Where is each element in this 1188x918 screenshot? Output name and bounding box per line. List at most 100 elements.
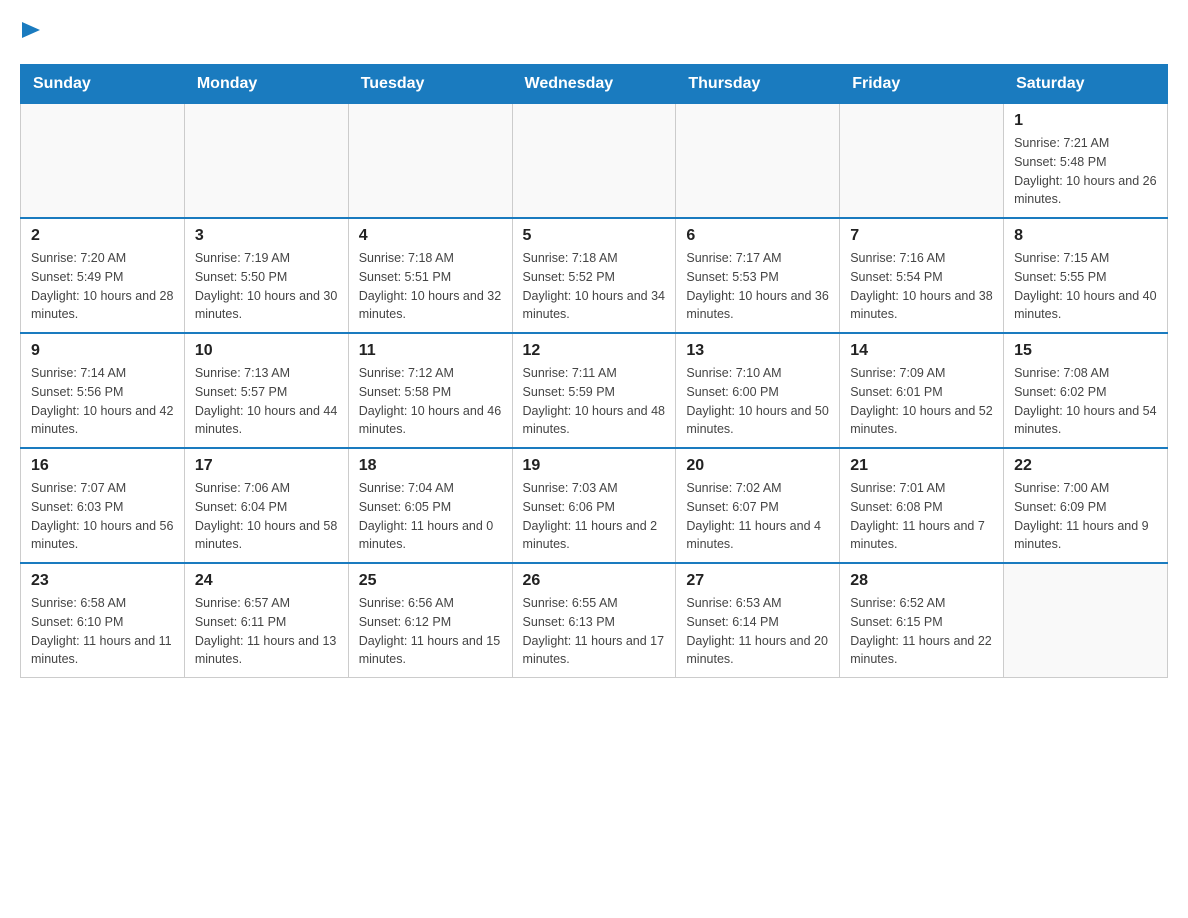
calendar-week-row: 2 Sunrise: 7:20 AM Sunset: 5:49 PM Daylig… (21, 218, 1168, 333)
day-info: Sunrise: 7:09 AM Sunset: 6:01 PM Dayligh… (850, 364, 993, 439)
day-info: Sunrise: 7:15 AM Sunset: 5:55 PM Dayligh… (1014, 249, 1157, 324)
day-info: Sunrise: 7:06 AM Sunset: 6:04 PM Dayligh… (195, 479, 338, 554)
day-info: Sunrise: 6:57 AM Sunset: 6:11 PM Dayligh… (195, 594, 338, 669)
day-info: Sunrise: 7:16 AM Sunset: 5:54 PM Dayligh… (850, 249, 993, 324)
calendar-cell (676, 104, 840, 219)
logo-flag-icon (22, 22, 40, 44)
calendar-cell: 8 Sunrise: 7:15 AM Sunset: 5:55 PM Daylig… (1004, 218, 1168, 333)
day-info: Sunrise: 7:17 AM Sunset: 5:53 PM Dayligh… (686, 249, 829, 324)
day-number: 24 (195, 572, 338, 590)
calendar-cell: 7 Sunrise: 7:16 AM Sunset: 5:54 PM Daylig… (840, 218, 1004, 333)
day-info: Sunrise: 7:14 AM Sunset: 5:56 PM Dayligh… (31, 364, 174, 439)
day-info: Sunrise: 6:58 AM Sunset: 6:10 PM Dayligh… (31, 594, 174, 669)
calendar-cell: 19 Sunrise: 7:03 AM Sunset: 6:06 PM Dayli… (512, 448, 676, 563)
calendar-cell: 22 Sunrise: 7:00 AM Sunset: 6:09 PM Dayli… (1004, 448, 1168, 563)
calendar-cell (348, 104, 512, 219)
calendar-cell: 9 Sunrise: 7:14 AM Sunset: 5:56 PM Daylig… (21, 333, 185, 448)
calendar-header-wednesday: Wednesday (512, 65, 676, 104)
day-info: Sunrise: 7:11 AM Sunset: 5:59 PM Dayligh… (523, 364, 666, 439)
day-number: 6 (686, 227, 829, 245)
day-info: Sunrise: 7:12 AM Sunset: 5:58 PM Dayligh… (359, 364, 502, 439)
logo (20, 20, 40, 44)
day-number: 4 (359, 227, 502, 245)
calendar-cell: 21 Sunrise: 7:01 AM Sunset: 6:08 PM Dayli… (840, 448, 1004, 563)
day-number: 23 (31, 572, 174, 590)
day-info: Sunrise: 7:08 AM Sunset: 6:02 PM Dayligh… (1014, 364, 1157, 439)
day-info: Sunrise: 7:13 AM Sunset: 5:57 PM Dayligh… (195, 364, 338, 439)
calendar-cell: 27 Sunrise: 6:53 AM Sunset: 6:14 PM Dayli… (676, 563, 840, 678)
day-info: Sunrise: 7:04 AM Sunset: 6:05 PM Dayligh… (359, 479, 502, 554)
calendar-cell (840, 104, 1004, 219)
day-number: 7 (850, 227, 993, 245)
calendar-cell (184, 104, 348, 219)
day-info: Sunrise: 7:00 AM Sunset: 6:09 PM Dayligh… (1014, 479, 1157, 554)
day-number: 20 (686, 457, 829, 475)
calendar-cell: 20 Sunrise: 7:02 AM Sunset: 6:07 PM Dayli… (676, 448, 840, 563)
day-number: 16 (31, 457, 174, 475)
calendar-header-saturday: Saturday (1004, 65, 1168, 104)
calendar-header-monday: Monday (184, 65, 348, 104)
calendar-header-sunday: Sunday (21, 65, 185, 104)
day-info: Sunrise: 7:03 AM Sunset: 6:06 PM Dayligh… (523, 479, 666, 554)
page-header (20, 20, 1168, 44)
day-info: Sunrise: 7:21 AM Sunset: 5:48 PM Dayligh… (1014, 134, 1157, 209)
calendar-cell: 6 Sunrise: 7:17 AM Sunset: 5:53 PM Daylig… (676, 218, 840, 333)
calendar-cell: 15 Sunrise: 7:08 AM Sunset: 6:02 PM Dayli… (1004, 333, 1168, 448)
day-info: Sunrise: 7:01 AM Sunset: 6:08 PM Dayligh… (850, 479, 993, 554)
calendar-week-row: 9 Sunrise: 7:14 AM Sunset: 5:56 PM Daylig… (21, 333, 1168, 448)
calendar-cell: 11 Sunrise: 7:12 AM Sunset: 5:58 PM Dayli… (348, 333, 512, 448)
calendar-cell (1004, 563, 1168, 678)
calendar-header-thursday: Thursday (676, 65, 840, 104)
day-number: 27 (686, 572, 829, 590)
calendar-cell: 3 Sunrise: 7:19 AM Sunset: 5:50 PM Daylig… (184, 218, 348, 333)
calendar-week-row: 23 Sunrise: 6:58 AM Sunset: 6:10 PM Dayli… (21, 563, 1168, 678)
day-number: 22 (1014, 457, 1157, 475)
calendar-cell: 4Sunrise: 7:18 AM Sunset: 5:51 PM Daylig… (348, 218, 512, 333)
day-info: Sunrise: 7:19 AM Sunset: 5:50 PM Dayligh… (195, 249, 338, 324)
calendar-cell: 23 Sunrise: 6:58 AM Sunset: 6:10 PM Dayli… (21, 563, 185, 678)
day-info: Sunrise: 6:52 AM Sunset: 6:15 PM Dayligh… (850, 594, 993, 669)
calendar-week-row: 1 Sunrise: 7:21 AM Sunset: 5:48 PM Daylig… (21, 104, 1168, 219)
calendar-cell: 17 Sunrise: 7:06 AM Sunset: 6:04 PM Dayli… (184, 448, 348, 563)
day-number: 11 (359, 342, 502, 360)
day-number: 2 (31, 227, 174, 245)
day-number: 13 (686, 342, 829, 360)
day-number: 17 (195, 457, 338, 475)
day-number: 21 (850, 457, 993, 475)
day-info: Sunrise: 6:55 AM Sunset: 6:13 PM Dayligh… (523, 594, 666, 669)
calendar-cell: 10 Sunrise: 7:13 AM Sunset: 5:57 PM Dayli… (184, 333, 348, 448)
day-number: 5 (523, 227, 666, 245)
day-number: 26 (523, 572, 666, 590)
day-number: 3 (195, 227, 338, 245)
day-info: Sunrise: 7:10 AM Sunset: 6:00 PM Dayligh… (686, 364, 829, 439)
calendar-cell: 1 Sunrise: 7:21 AM Sunset: 5:48 PM Daylig… (1004, 104, 1168, 219)
calendar-cell: 18 Sunrise: 7:04 AM Sunset: 6:05 PM Dayli… (348, 448, 512, 563)
calendar-cell (512, 104, 676, 219)
calendar-header-tuesday: Tuesday (348, 65, 512, 104)
day-number: 8 (1014, 227, 1157, 245)
day-number: 9 (31, 342, 174, 360)
day-number: 14 (850, 342, 993, 360)
calendar-cell: 12 Sunrise: 7:11 AM Sunset: 5:59 PM Dayli… (512, 333, 676, 448)
day-info: Sunrise: 6:56 AM Sunset: 6:12 PM Dayligh… (359, 594, 502, 669)
day-number: 19 (523, 457, 666, 475)
day-info: Sunrise: 7:18 AM Sunset: 5:52 PM Dayligh… (523, 249, 666, 324)
calendar-cell: 14 Sunrise: 7:09 AM Sunset: 6:01 PM Dayli… (840, 333, 1004, 448)
calendar-cell: 28 Sunrise: 6:52 AM Sunset: 6:15 PM Dayli… (840, 563, 1004, 678)
day-number: 25 (359, 572, 502, 590)
calendar-cell: 24 Sunrise: 6:57 AM Sunset: 6:11 PM Dayli… (184, 563, 348, 678)
day-info: Sunrise: 7:02 AM Sunset: 6:07 PM Dayligh… (686, 479, 829, 554)
calendar-cell: 5 Sunrise: 7:18 AM Sunset: 5:52 PM Daylig… (512, 218, 676, 333)
day-info: Sunrise: 7:20 AM Sunset: 5:49 PM Dayligh… (31, 249, 174, 324)
calendar-cell (21, 104, 185, 219)
calendar-cell: 16Sunrise: 7:07 AM Sunset: 6:03 PM Dayli… (21, 448, 185, 563)
day-number: 12 (523, 342, 666, 360)
calendar-cell: 13 Sunrise: 7:10 AM Sunset: 6:00 PM Dayli… (676, 333, 840, 448)
day-number: 28 (850, 572, 993, 590)
day-number: 10 (195, 342, 338, 360)
day-number: 1 (1014, 112, 1157, 130)
day-number: 18 (359, 457, 502, 475)
calendar-table: SundayMondayTuesdayWednesdayThursdayFrid… (20, 64, 1168, 678)
day-info: Sunrise: 6:53 AM Sunset: 6:14 PM Dayligh… (686, 594, 829, 669)
day-number: 15 (1014, 342, 1157, 360)
